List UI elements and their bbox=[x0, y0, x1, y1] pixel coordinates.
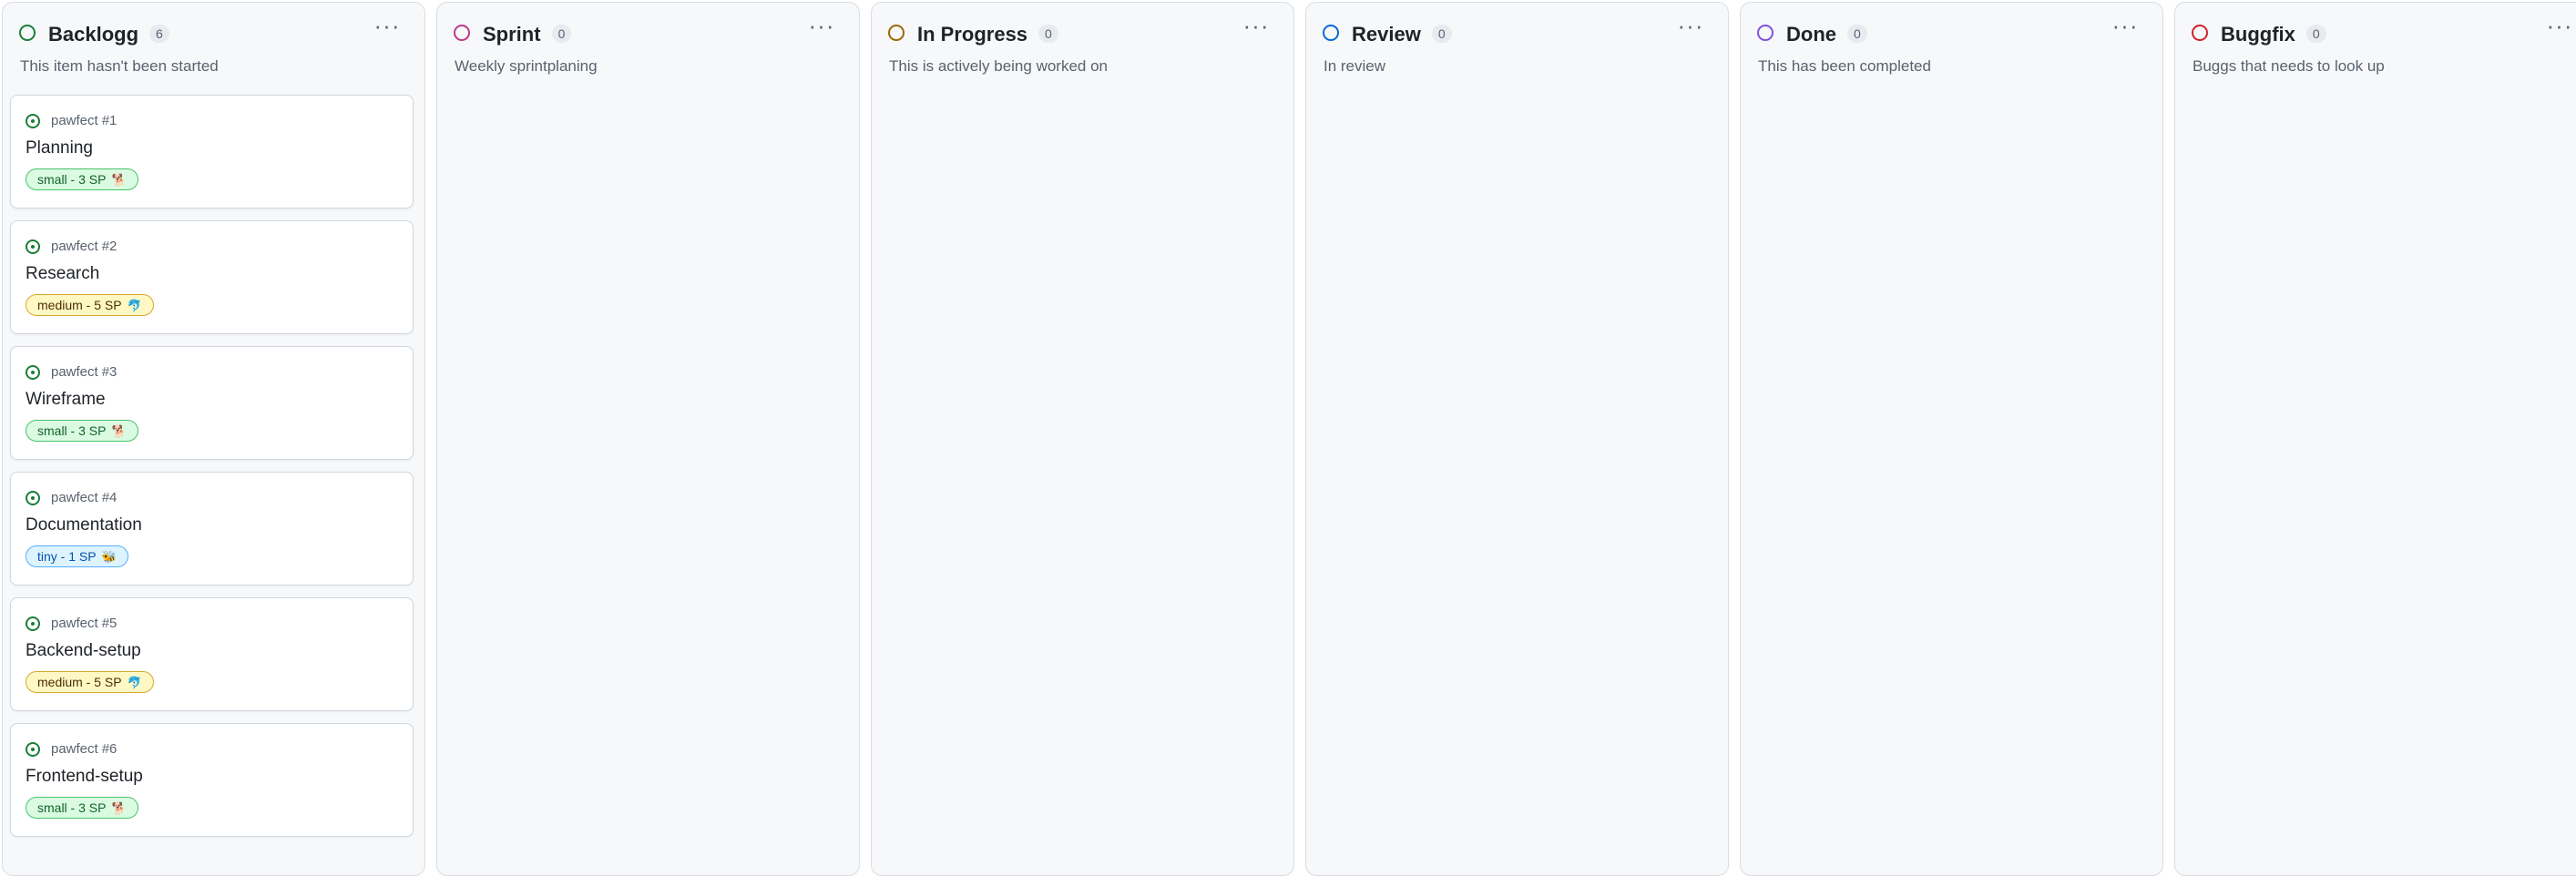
issue-reference[interactable]: pawfect #6 bbox=[51, 741, 117, 757]
size-label[interactable]: tiny - 1 SP 🐝 bbox=[26, 545, 128, 567]
column-count-badge: 0 bbox=[2305, 25, 2326, 43]
column-buggfix: Buggfix 0 ··· Buggs that needs to look up bbox=[2174, 2, 2576, 876]
issue-card[interactable]: pawfect #6 Frontend-setup small - 3 SP 🐕 bbox=[10, 723, 414, 837]
issue-reference[interactable]: pawfect #3 bbox=[51, 364, 117, 380]
column-count-badge: 0 bbox=[1038, 25, 1058, 43]
column-title: Review 0 bbox=[1352, 23, 1452, 46]
status-circle-icon bbox=[2192, 25, 2208, 41]
size-label[interactable]: small - 3 SP 🐕 bbox=[26, 168, 138, 190]
size-label[interactable]: small - 3 SP 🐕 bbox=[26, 797, 138, 819]
column-menu-button[interactable]: ··· bbox=[1675, 14, 1706, 43]
column-count-badge: 0 bbox=[1847, 25, 1867, 43]
issue-title[interactable]: Planning bbox=[26, 138, 93, 158]
issue-card[interactable]: pawfect #1 Planning small - 3 SP 🐕 bbox=[10, 95, 414, 209]
issue-reference[interactable]: pawfect #1 bbox=[51, 113, 117, 128]
column-header[interactable]: Done 0 ··· bbox=[1741, 3, 2162, 57]
column-count-badge: 0 bbox=[551, 25, 572, 43]
status-circle-icon bbox=[454, 25, 470, 41]
column-count-badge: 0 bbox=[1431, 25, 1452, 43]
column-review: Review 0 ··· In review bbox=[1305, 2, 1729, 876]
issue-reference[interactable]: pawfect #2 bbox=[51, 239, 117, 254]
column-menu-button[interactable]: ··· bbox=[1241, 14, 1272, 43]
issue-card[interactable]: pawfect #3 Wireframe small - 3 SP 🐕 bbox=[10, 346, 414, 460]
size-label[interactable]: medium - 5 SP 🐬 bbox=[26, 294, 154, 316]
column-title: Backlogg 6 bbox=[48, 23, 169, 46]
open-issue-icon bbox=[26, 616, 40, 631]
open-issue-icon bbox=[26, 365, 40, 380]
column-header[interactable]: Buggfix 0 ··· bbox=[2175, 3, 2576, 57]
column-sprint: Sprint 0 ··· Weekly sprintplaning bbox=[436, 2, 860, 876]
dog-icon: 🐕 bbox=[111, 424, 127, 438]
column-description: In review bbox=[1324, 57, 1386, 75]
issue-title[interactable]: Frontend-setup bbox=[26, 767, 143, 787]
issue-reference[interactable]: pawfect #5 bbox=[51, 616, 117, 631]
column-description: Weekly sprintplaning bbox=[455, 57, 598, 75]
column-menu-button[interactable]: ··· bbox=[2544, 14, 2575, 43]
status-circle-icon bbox=[1757, 25, 1774, 41]
column-title: In Progress 0 bbox=[917, 23, 1058, 46]
column-menu-button[interactable]: ··· bbox=[372, 14, 403, 43]
column-menu-button[interactable]: ··· bbox=[806, 14, 837, 43]
column-description: This item hasn't been started bbox=[20, 57, 219, 75]
column-title: Sprint 0 bbox=[483, 23, 572, 46]
size-label[interactable]: small - 3 SP 🐕 bbox=[26, 420, 138, 442]
column-count-badge: 6 bbox=[149, 25, 169, 43]
bee-icon: 🐝 bbox=[101, 550, 117, 564]
issue-card[interactable]: pawfect #2 Research medium - 5 SP 🐬 bbox=[10, 220, 414, 334]
project-board: Backlogg 6 ··· This item hasn't been star… bbox=[0, 0, 2576, 876]
dog-icon: 🐕 bbox=[111, 173, 127, 187]
column-done: Done 0 ··· This has been completed bbox=[1740, 2, 2163, 876]
issue-card[interactable]: pawfect #4 Documentation tiny - 1 SP 🐝 bbox=[10, 472, 414, 586]
column-description: This is actively being worked on bbox=[889, 57, 1109, 75]
dolphin-icon: 🐬 bbox=[127, 299, 142, 312]
column-in-progress: In Progress 0 ··· This is actively being … bbox=[871, 2, 1294, 876]
status-circle-icon bbox=[1323, 25, 1339, 41]
issue-reference[interactable]: pawfect #4 bbox=[51, 490, 117, 505]
column-header[interactable]: Sprint 0 ··· bbox=[437, 3, 859, 57]
issue-title[interactable]: Documentation bbox=[26, 515, 142, 535]
status-circle-icon bbox=[19, 25, 36, 41]
column-description: Buggs that needs to look up bbox=[2193, 57, 2385, 75]
open-issue-icon bbox=[26, 742, 40, 757]
open-issue-icon bbox=[26, 239, 40, 254]
column-description: This has been completed bbox=[1758, 57, 1931, 75]
column-backlogg: Backlogg 6 ··· This item hasn't been star… bbox=[2, 2, 425, 876]
size-label[interactable]: medium - 5 SP 🐬 bbox=[26, 671, 154, 693]
column-header[interactable]: Review 0 ··· bbox=[1306, 3, 1728, 57]
issue-title[interactable]: Research bbox=[26, 264, 99, 284]
column-title: Done 0 bbox=[1786, 23, 1867, 46]
status-circle-icon bbox=[888, 25, 905, 41]
open-issue-icon bbox=[26, 491, 40, 505]
dog-icon: 🐕 bbox=[111, 801, 127, 815]
dolphin-icon: 🐬 bbox=[127, 676, 142, 689]
column-title: Buggfix 0 bbox=[2221, 23, 2326, 46]
column-header[interactable]: In Progress 0 ··· bbox=[872, 3, 1293, 57]
issue-title[interactable]: Wireframe bbox=[26, 390, 106, 410]
issue-title[interactable]: Backend-setup bbox=[26, 641, 141, 661]
column-header[interactable]: Backlogg 6 ··· bbox=[3, 3, 424, 57]
open-issue-icon bbox=[26, 114, 40, 128]
issue-card[interactable]: pawfect #5 Backend-setup medium - 5 SP 🐬 bbox=[10, 597, 414, 711]
column-menu-button[interactable]: ··· bbox=[2110, 14, 2141, 43]
